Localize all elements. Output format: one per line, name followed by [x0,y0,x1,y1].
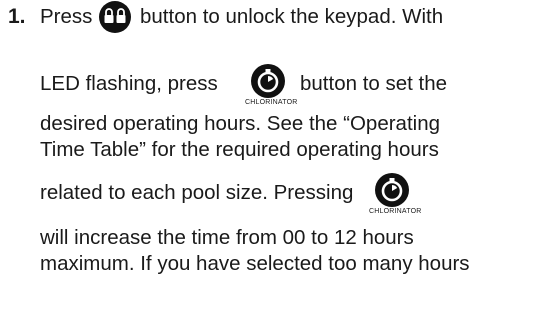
line-6: will increase the time from 00 to 12 hou… [40,226,414,249]
keypad-lock-button-icon [99,1,131,33]
line-4: Time Table” for the required operating h… [40,138,439,161]
line-1-before: Press [40,5,93,28]
line-1-after: button to unlock the keypad. With [140,5,444,28]
line-3: desired operating hours. See the “Operat… [40,112,441,135]
chlorinator-icon-label: CHLORINATOR [245,99,298,106]
chlorinator-timer-button-icon [251,64,285,98]
line-2-before: LED flashing, press [40,72,218,95]
line-2-after: button to set the [300,72,448,95]
instruction-page: 1. Press button to unlock the keypad. Wi… [0,0,552,315]
line-7: maximum. If you have selected too many h… [40,252,470,275]
step-number: 1. [8,5,26,28]
chlorinator-timer-button-icon [375,173,409,207]
line-5-text: related to each pool size. Pressing [40,181,354,204]
chlorinator-icon-label-2: CHLORINATOR [369,208,422,215]
